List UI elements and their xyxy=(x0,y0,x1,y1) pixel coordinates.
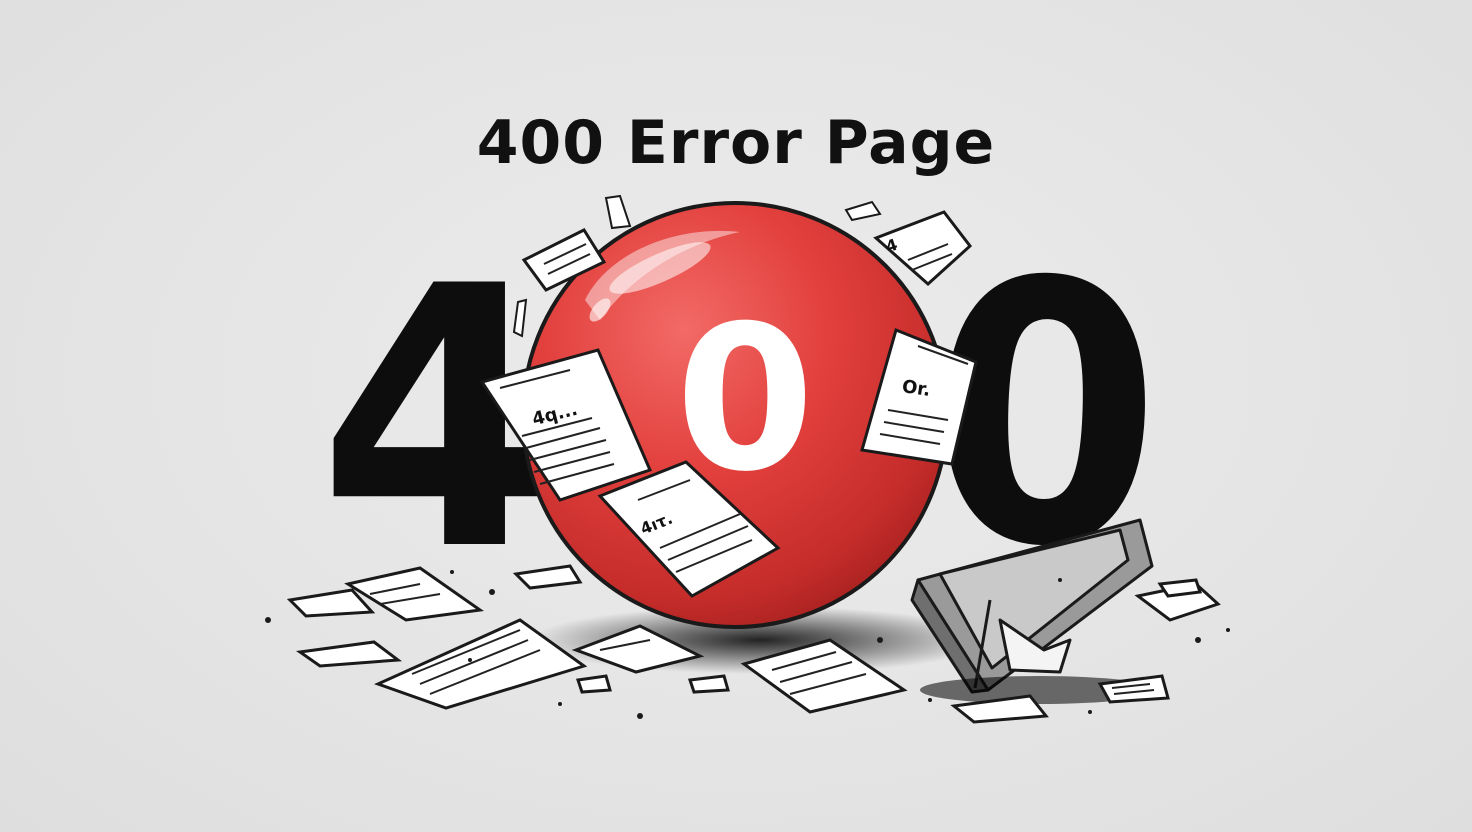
flying-scrap-2 xyxy=(844,200,882,222)
error-page-canvas: 400 Error Page 4 0 0 4q... 4ıτ. Or. 4 xyxy=(0,0,1472,832)
flying-scrap-3 xyxy=(512,298,528,338)
flying-scrap-1 xyxy=(604,194,632,230)
ball-digit-zero: 0 xyxy=(675,283,815,516)
broken-box xyxy=(910,518,1154,694)
paper-label-right: Or. xyxy=(900,376,932,401)
